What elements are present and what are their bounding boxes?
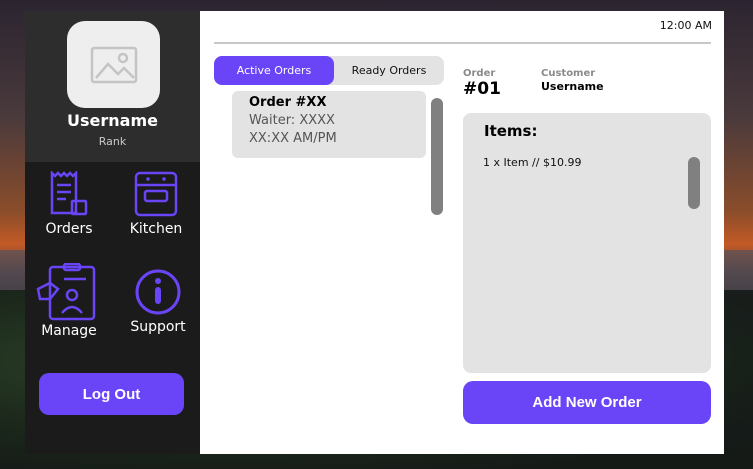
oven-icon: [134, 171, 178, 217]
avatar: [67, 21, 160, 108]
items-panel: Items: 1 x Item // $10.99: [463, 113, 711, 373]
image-placeholder-icon: [90, 46, 137, 83]
username: Username: [67, 111, 158, 130]
nav-support[interactable]: Support: [118, 267, 198, 335]
clock: 12:00 AM: [659, 19, 712, 32]
user-rank: Rank: [98, 135, 127, 148]
info-icon: [135, 269, 181, 315]
clipboard-user-icon: [36, 263, 96, 321]
items-title: Items:: [484, 122, 538, 140]
orders-scrollbar[interactable]: [431, 98, 443, 215]
nav-kitchen[interactable]: Kitchen: [116, 171, 196, 237]
nav-kitchen-label: Kitchen: [129, 221, 183, 237]
tab-active-orders[interactable]: Active Orders: [214, 56, 334, 85]
order-label: Order: [463, 68, 496, 79]
receipt-icon: [50, 171, 88, 216]
sidebar: Username Rank Orders Kitchen Manage Supp…: [25, 11, 200, 454]
main-panel: 12:00 AM Active Orders Ready Orders Orde…: [200, 11, 724, 454]
tab-ready-orders[interactable]: Ready Orders: [334, 56, 444, 85]
profile-section: Username Rank: [25, 11, 200, 162]
order-card[interactable]: Order #XX Waiter: XXXX XX:XX AM/PM: [232, 91, 426, 158]
nav-orders-label: Orders: [45, 221, 93, 237]
header-divider: [214, 42, 711, 44]
nav-orders[interactable]: Orders: [29, 171, 109, 237]
app-window: Username Rank Orders Kitchen Manage Supp…: [25, 11, 724, 454]
list-item: 1 x Item // $10.99: [483, 156, 582, 169]
order-number: #01: [463, 79, 501, 99]
customer-name: Username: [541, 80, 604, 93]
logout-button[interactable]: Log Out: [39, 373, 184, 415]
nav-manage-label: Manage: [41, 323, 97, 339]
order-time: XX:XX AM/PM: [249, 131, 337, 146]
customer-label: Customer: [541, 68, 596, 79]
order-tabs: Active Orders Ready Orders: [214, 56, 444, 85]
order-id: Order #XX: [249, 95, 327, 110]
nav-manage[interactable]: Manage: [29, 263, 109, 339]
order-waiter: Waiter: XXXX: [249, 113, 335, 128]
nav-support-label: Support: [130, 319, 186, 335]
items-scrollbar[interactable]: [688, 157, 700, 209]
add-new-order-button[interactable]: Add New Order: [463, 381, 711, 424]
